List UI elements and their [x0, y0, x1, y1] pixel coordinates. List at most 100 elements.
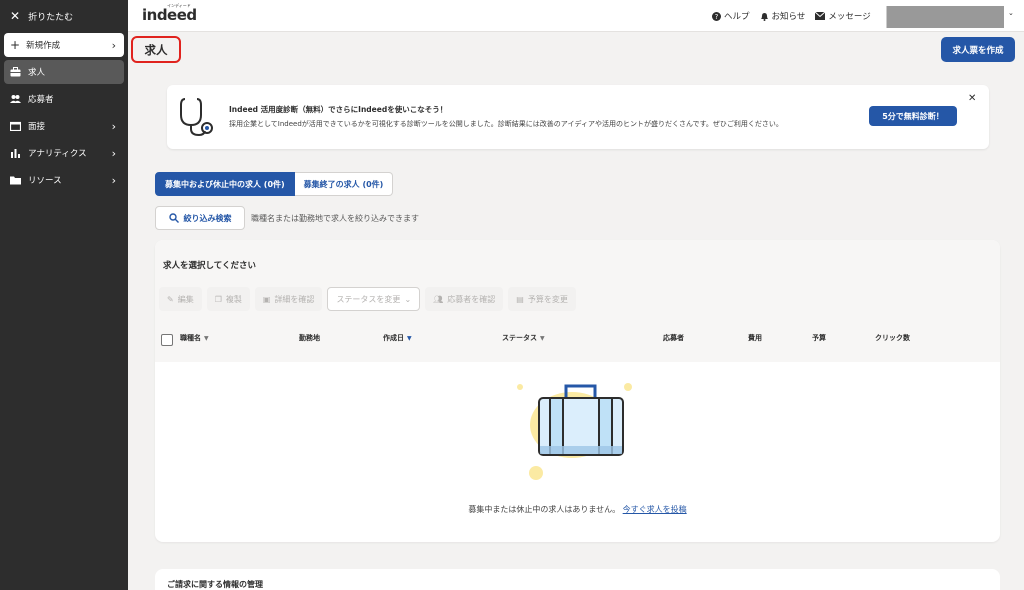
- notifications-label: お知らせ: [771, 12, 806, 22]
- empty-state: 募集中または休止中の求人はありません。 今すぐ求人を投稿: [155, 504, 1000, 515]
- calendar-icon: [10, 121, 21, 131]
- change-budget-button[interactable]: ▤ 予算を変更: [508, 287, 576, 311]
- new-create-button[interactable]: + 新規作成 ›: [4, 33, 124, 57]
- people-icon: 👥︎: [433, 294, 444, 304]
- pencil-icon: ✎: [167, 294, 174, 304]
- column-label: ステータス: [502, 334, 537, 342]
- column-header-applicants: 応募者: [663, 333, 684, 343]
- help-label: ヘルプ: [724, 12, 750, 22]
- tab-closed-jobs[interactable]: 募集終了の求人 (0件): [294, 172, 394, 196]
- money-icon: ▤: [516, 294, 524, 304]
- help-icon: ?: [712, 11, 721, 21]
- close-icon[interactable]: ✕: [968, 93, 976, 104]
- sidebar-item-interviews[interactable]: 面接 ›: [4, 114, 124, 138]
- diagnosis-banner: Indeed 活用度診断（無料）でさらにIndeedを使いこなそう！ 採用企業と…: [167, 85, 989, 149]
- messages-link[interactable]: メッセージ: [815, 10, 871, 22]
- search-icon: [168, 213, 179, 223]
- filter-search-button[interactable]: 絞り込み検索: [155, 206, 245, 230]
- help-link[interactable]: ? ヘルプ: [712, 10, 750, 22]
- chevron-right-icon: ›: [111, 119, 116, 133]
- bell-icon: [760, 12, 768, 21]
- sidebar-item-analytics[interactable]: アナリティクス ›: [4, 141, 124, 165]
- chevron-down-icon: ⌄: [404, 294, 412, 304]
- sidebar-item-applicants[interactable]: 応募者: [4, 87, 124, 111]
- banner-description: 採用企業としてIndeedが活用できているかを可視化する診断ツールを公開しました…: [229, 120, 783, 128]
- sidebar-item-resources[interactable]: リソース ›: [4, 168, 124, 192]
- column-header-budget: 予算: [812, 333, 826, 343]
- jobs-card-header: 求人を選択してください ✎ 編集 ❐ 複製 ▣ 詳細を確認 ステータスを変更 ⌄…: [155, 240, 1000, 362]
- jobs-card: 求人を選択してください ✎ 編集 ❐ 複製 ▣ 詳細を確認 ステータスを変更 ⌄…: [155, 240, 1000, 542]
- notifications-link[interactable]: お知らせ: [760, 10, 806, 22]
- column-label: クリック数: [875, 334, 910, 342]
- close-icon: ✕: [10, 9, 21, 23]
- chevron-down-icon[interactable]: ⌄: [1008, 9, 1014, 17]
- tab-active-jobs[interactable]: 募集中および休止中の求人 (0件): [155, 172, 295, 196]
- sidebar-item-label: アナリティクス: [28, 149, 87, 159]
- chevron-right-icon: ›: [111, 38, 116, 52]
- copy-button[interactable]: ❐ 複製: [206, 287, 250, 311]
- view-applicants-label: 応募者を確認: [447, 294, 496, 304]
- diagnosis-button[interactable]: 5分で無料診断！: [869, 106, 957, 126]
- banner-title: Indeed 活用度診断（無料）でさらにIndeedを使いこなそう！: [229, 105, 448, 114]
- billing-card: ご請求に関する情報の管理: [155, 569, 1000, 590]
- filter-search-label: 絞り込み検索: [183, 213, 232, 223]
- change-budget-label: 予算を変更: [527, 294, 568, 304]
- copy-label: 複製: [225, 294, 242, 304]
- edit-label: 編集: [177, 294, 194, 304]
- briefcase-icon: ▣: [262, 294, 271, 304]
- create-job-button[interactable]: 求人票を作成: [941, 37, 1015, 62]
- top-bar: indeed インディード ? ヘルプ お知らせ メッセージ ⌄: [128, 0, 1024, 32]
- column-header-status[interactable]: ステータス ▼: [502, 333, 545, 343]
- change-status-label: ステータスを変更: [336, 294, 401, 304]
- select-all-checkbox[interactable]: [161, 334, 173, 346]
- column-label: 作成日: [383, 334, 404, 342]
- copy-icon: ❐: [214, 294, 222, 304]
- sort-caret-icon: ▼: [540, 334, 545, 342]
- new-create-label: 新規作成: [26, 41, 61, 51]
- mail-icon: [815, 12, 826, 20]
- sort-caret-icon: ▼: [204, 334, 209, 342]
- messages-label: メッセージ: [828, 12, 871, 22]
- bulk-actions: ✎ 編集 ❐ 複製 ▣ 詳細を確認 ステータスを変更 ⌄ 👥︎ 応募者を確認 ▤: [159, 287, 576, 311]
- sidebar-item-label: 応募者: [28, 95, 54, 105]
- sidebar-item-jobs[interactable]: 求人: [4, 60, 124, 84]
- plus-icon: +: [10, 38, 21, 52]
- column-label: 応募者: [663, 334, 684, 342]
- bar-chart-icon: [11, 149, 20, 158]
- stethoscope-icon: [180, 98, 213, 137]
- account-menu[interactable]: [886, 6, 1004, 28]
- column-label: 費用: [748, 334, 762, 342]
- change-status-dropdown[interactable]: ステータスを変更 ⌄: [327, 287, 421, 311]
- card-title: 求人を選択してください: [163, 261, 256, 271]
- sort-caret-icon: ▼: [407, 334, 412, 342]
- column-header-created[interactable]: 作成日 ▼: [383, 333, 412, 343]
- people-icon: [10, 95, 21, 103]
- sidebar-item-label: 面接: [28, 122, 46, 132]
- column-label: 予算: [812, 334, 826, 342]
- sidebar-item-label: 求人: [28, 68, 46, 78]
- billing-card-title: ご請求に関する情報の管理: [167, 580, 263, 589]
- logo-katakana: インディード: [167, 3, 191, 8]
- page-title: 求人: [131, 36, 181, 63]
- collapse-button[interactable]: ✕ 折りたたむ: [0, 0, 128, 32]
- sidebar: ✕ 折りたたむ + 新規作成 › 求人 応募者 面接 › アナリティクス › リ…: [0, 0, 128, 590]
- column-header-location: 勤務地: [299, 333, 320, 343]
- details-label: 詳細を確認: [274, 294, 315, 304]
- chevron-right-icon: ›: [111, 146, 116, 160]
- view-applicants-button[interactable]: 👥︎ 応募者を確認: [425, 287, 504, 311]
- empty-state-text: 募集中または休止中の求人はありません。: [468, 505, 621, 514]
- collapse-label: 折りたたむ: [28, 12, 74, 23]
- briefcase-icon: [10, 67, 21, 77]
- column-label: 勤務地: [299, 334, 320, 342]
- job-status-tabs: 募集中および休止中の求人 (0件) 募集終了の求人 (0件): [155, 172, 394, 196]
- filter-hint: 職種名または勤務地で求人を絞り込みできます: [251, 214, 419, 223]
- column-header-cost: 費用: [748, 333, 762, 343]
- column-header-title[interactable]: 職種名 ▼: [180, 333, 209, 343]
- details-button[interactable]: ▣ 詳細を確認: [254, 287, 323, 311]
- post-job-link[interactable]: 今すぐ求人を投稿: [623, 505, 687, 514]
- chevron-right-icon: ›: [111, 173, 116, 187]
- svg-text:?: ?: [715, 13, 719, 21]
- column-label: 職種名: [180, 334, 201, 342]
- edit-button[interactable]: ✎ 編集: [159, 287, 202, 311]
- folder-icon: [10, 176, 21, 185]
